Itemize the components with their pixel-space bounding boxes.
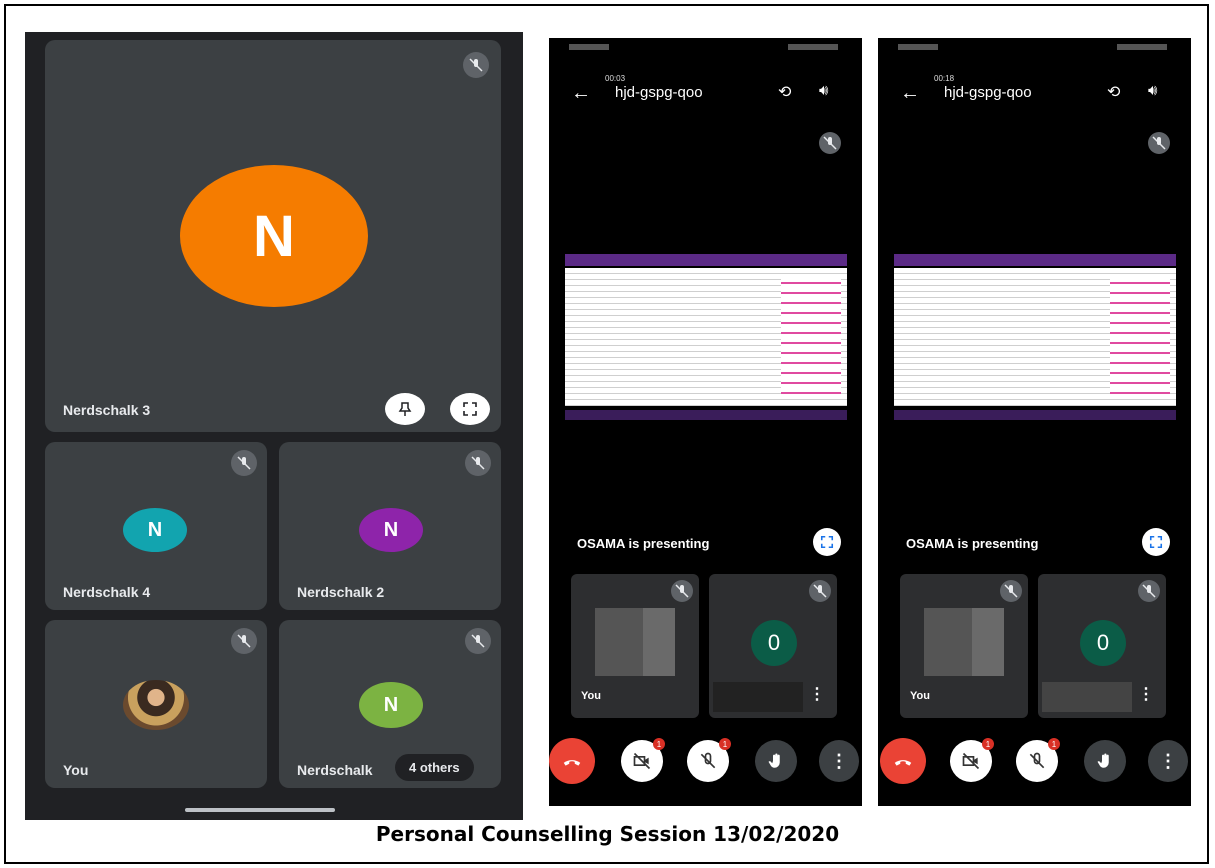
notification-badge: 1 [982,738,994,750]
mic-off-icon [231,628,257,654]
self-label: You [910,690,930,702]
more-vert-icon[interactable]: ⋮ [809,684,825,704]
end-call-button[interactable] [880,738,926,784]
recording-timer: 00:18 [934,74,955,83]
mic-off-icon [465,628,491,654]
mic-off-icon [1138,580,1160,602]
switch-camera-icon[interactable]: ⟲ [1107,82,1120,102]
end-call-button[interactable] [549,738,595,784]
raise-hand-button[interactable] [1084,740,1126,782]
caption: Personal Counselling Session 13/02/2020 [375,822,840,846]
mic-off-button[interactable]: 1 [1016,738,1060,782]
avatar: 0 [1080,620,1126,666]
fullscreen-icon[interactable] [450,393,490,425]
notification-badge: 1 [1048,738,1060,750]
speaker-icon[interactable]: 🔊︎ [1148,82,1157,99]
raise-hand-button[interactable] [755,740,797,782]
notification-badge: 1 [653,738,665,750]
meeting-code[interactable]: hjd-gspg-qoo [944,84,1032,101]
self-tile[interactable]: You [45,620,267,788]
shared-screen [565,254,847,434]
avatar: 0 [751,620,797,666]
presentation-tile[interactable]: OSAMA is presenting [894,122,1176,564]
participant-name: Nerdschalk 4 [63,584,151,600]
mic-off-button[interactable]: 1 [687,738,731,782]
fullscreen-icon[interactable] [813,528,841,556]
home-indicator [185,808,335,812]
shared-screen [894,254,1176,434]
meeting-code[interactable]: hjd-gspg-qoo [615,84,703,101]
mic-off-icon [1000,580,1022,602]
mic-off-icon [463,52,489,78]
video-off-button[interactable]: 1 [621,738,665,782]
more-vert-icon[interactable]: ⋮ [1138,684,1154,704]
mic-off-icon [231,450,257,476]
status-bar [549,38,862,60]
participant-tile[interactable]: 0 ⋮ [1038,574,1166,718]
self-tile[interactable]: You [571,574,699,718]
mic-off-icon [671,580,693,602]
participant-name: You [63,762,89,778]
status-bar [878,38,1191,60]
participant-tile[interactable]: N Nerdschalk 4 [45,442,267,610]
avatar: N [359,682,423,728]
others-chip[interactable]: 4 others [395,754,474,781]
participant-tile[interactable]: N Nerdschalk 4 others [279,620,501,788]
more-options-button[interactable]: ⋮ [1148,740,1188,782]
avatar: N [359,508,423,552]
self-tile[interactable]: You [900,574,1028,718]
more-options-button[interactable]: ⋮ [819,740,859,782]
mic-off-icon [1148,132,1170,154]
fullscreen-icon[interactable] [1142,528,1170,556]
meet-grid-panel: N Nerdschalk 3 N Nerdschalk 4 N Nerdscha… [25,32,523,820]
presenting-label: OSAMA is presenting [577,536,710,551]
video-off-button[interactable]: 1 [950,738,994,782]
pin-icon[interactable] [385,393,425,425]
participant-name: Nerdschalk 2 [297,584,385,600]
notification-badge: 1 [719,738,731,750]
main-participant-tile[interactable]: N Nerdschalk 3 [45,40,501,432]
participant-name: Nerdschalk 3 [63,402,151,418]
self-video-placeholder [924,608,1004,676]
mic-off-icon [819,132,841,154]
phone-screenshot-2: ← 00:18 hjd-gspg-qoo ⟲ 🔊︎ OSAMA is prese… [878,38,1191,806]
participant-tile[interactable]: N Nerdschalk 2 [279,442,501,610]
mic-off-icon [809,580,831,602]
back-arrow-icon[interactable]: ← [571,82,591,105]
self-video-placeholder [595,608,675,676]
presenting-label: OSAMA is presenting [906,536,1039,551]
back-arrow-icon[interactable]: ← [900,82,920,105]
self-photo-avatar [123,680,189,730]
recording-timer: 00:03 [605,74,626,83]
avatar: N [123,508,187,552]
self-label: You [581,690,601,702]
speaker-icon[interactable]: 🔊︎ [819,82,828,99]
mic-off-icon [465,450,491,476]
avatar: N [180,165,368,307]
phone-screenshot-1: ← 00:03 hjd-gspg-qoo ⟲ 🔊︎ OSAMA is prese… [549,38,862,806]
participant-name: Nerdschalk [297,762,373,778]
switch-camera-icon[interactable]: ⟲ [778,82,791,102]
participant-tile[interactable]: 0 ⋮ [709,574,837,718]
presentation-tile[interactable]: OSAMA is presenting [565,122,847,564]
